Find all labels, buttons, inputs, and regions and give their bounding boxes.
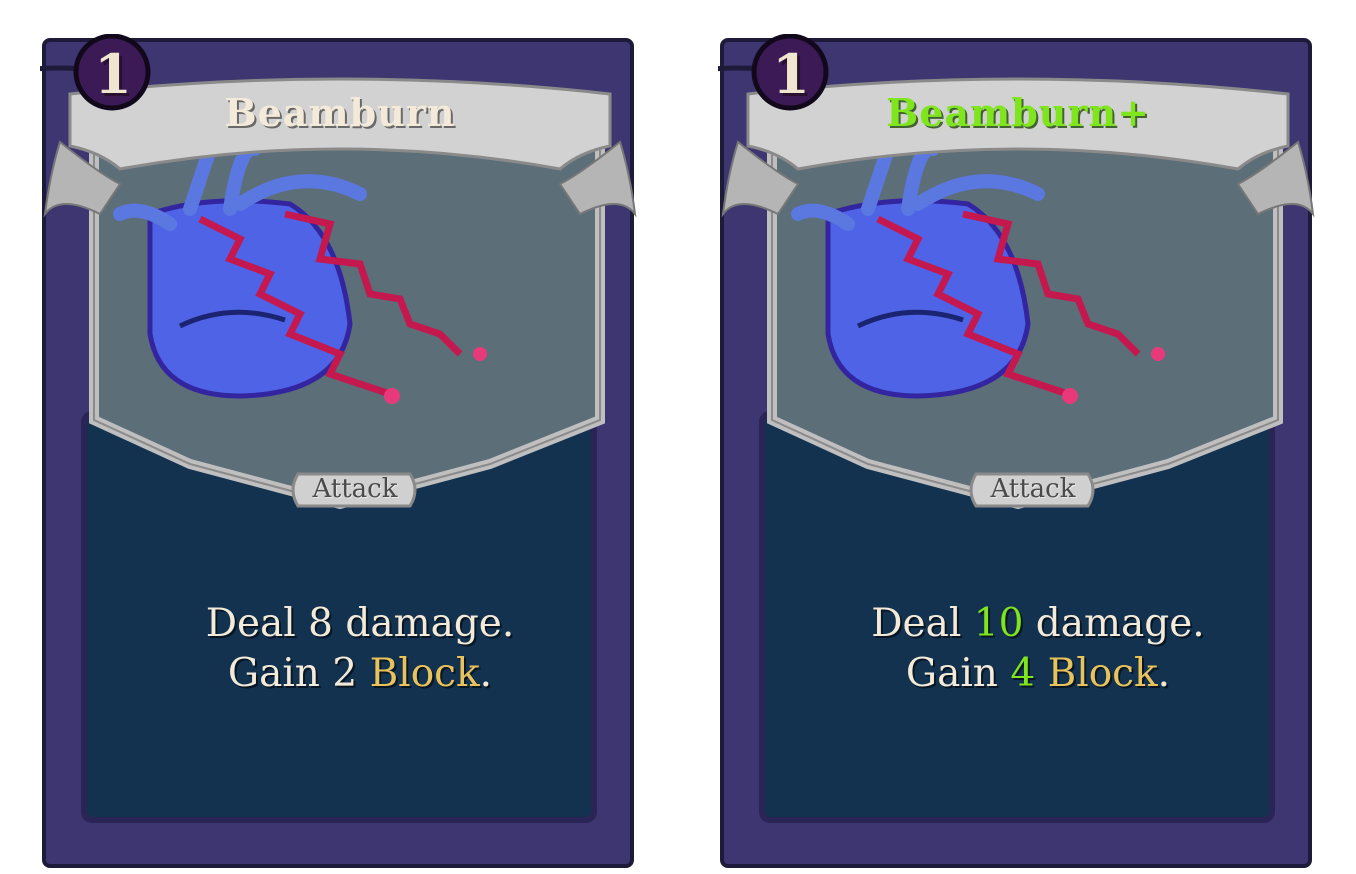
block-keyword: Block [369,651,480,696]
card-type-label: Attack [312,474,398,504]
card-frame [40,34,637,868]
energy-cost: 1 [772,42,810,106]
block-value: 2 [332,651,358,696]
card-description: Deal 8 damage. Gain 2 Block. [100,599,620,699]
description-line-1: Deal 10 damage. [871,601,1205,646]
description-line-2: Gain 4 Block. [905,651,1171,696]
card-description: Deal 10 damage. Gain 4 Block. [778,599,1298,699]
card-title: Beamburn+ [886,90,1150,135]
card-beamburn-upgraded[interactable]: 1 Beamburn+ Attack Deal 10 damage. Gain … [718,34,1318,870]
damage-value: 8 [308,601,333,646]
block-value: 4 [1010,651,1036,696]
card-type-label: Attack [990,474,1076,504]
damage-value: 10 [973,601,1024,646]
description-line-1: Deal 8 damage. [205,601,515,646]
block-keyword: Block [1047,651,1158,696]
card-beamburn[interactable]: 1 Beamburn Attack Deal 8 damage. Gain 2 … [40,34,640,870]
energy-cost: 1 [94,42,132,106]
card-title: Beamburn [224,90,456,135]
description-line-2: Gain 2 Block. [227,651,493,696]
card-frame [718,34,1315,868]
